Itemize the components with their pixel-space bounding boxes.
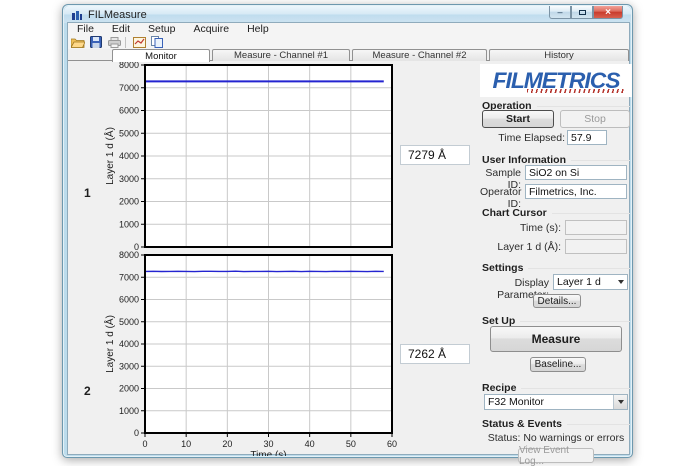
menu-edit[interactable]: Edit <box>103 23 139 35</box>
channel-1-chart[interactable]: 010002000300040005000600070008000Layer 1… <box>102 59 400 259</box>
svg-text:30: 30 <box>263 439 273 449</box>
channel-1-readout: 7279 Å <box>400 145 470 165</box>
channel-1-label: 1 <box>84 186 91 200</box>
view-event-log-button[interactable]: View Event Log... <box>518 448 594 463</box>
svg-text:5000: 5000 <box>119 317 139 327</box>
copy-icon[interactable] <box>149 36 165 49</box>
open-icon[interactable] <box>70 36 86 49</box>
menu-setup[interactable]: Setup <box>139 23 184 35</box>
svg-text:Layer 1 d (Å): Layer 1 d (Å) <box>103 315 116 373</box>
svg-text:6000: 6000 <box>119 106 139 116</box>
maximize-button[interactable] <box>571 6 593 19</box>
svg-text:50: 50 <box>346 439 356 449</box>
cursor-time-label: Time (s): <box>480 222 561 234</box>
details-button[interactable]: Details... <box>533 294 581 308</box>
cursor-time-field <box>565 220 627 235</box>
svg-text:0: 0 <box>142 439 147 449</box>
recipe-dropdown[interactable]: F32 Monitor <box>484 394 628 410</box>
desktop: FILMeasure – × File Edit Setup Acquire H… <box>0 0 700 466</box>
status-events-header: Status & Events <box>482 418 630 430</box>
svg-text:4000: 4000 <box>119 339 139 349</box>
svg-text:3000: 3000 <box>119 174 139 184</box>
chart-cursor-header: Chart Cursor <box>482 207 630 219</box>
close-button[interactable]: × <box>593 6 623 19</box>
operator-id-field[interactable]: Filmetrics, Inc. <box>525 184 627 199</box>
print-icon[interactable] <box>106 36 122 49</box>
app-window: FILMeasure – × File Edit Setup Acquire H… <box>62 4 633 458</box>
control-panel: FILMETRICS Operation Start Stop Time Ela… <box>480 62 632 454</box>
menu-file[interactable]: File <box>68 23 103 35</box>
sample-id-field[interactable]: SiO2 on Si <box>525 165 627 180</box>
app-icon <box>71 9 83 21</box>
channel-2-label: 2 <box>84 384 91 398</box>
svg-text:5000: 5000 <box>119 128 139 138</box>
start-button[interactable]: Start <box>482 110 554 128</box>
recipe-value: F32 Monitor <box>485 396 613 408</box>
svg-text:1000: 1000 <box>119 406 139 416</box>
save-icon[interactable] <box>88 36 104 49</box>
minimize-icon: – <box>557 7 562 17</box>
time-elapsed-value: 57.9 <box>567 130 607 145</box>
svg-text:4000: 4000 <box>119 151 139 161</box>
toolbar-separator <box>125 37 126 48</box>
stop-button[interactable]: Stop <box>560 110 630 128</box>
tab-history[interactable]: History <box>489 49 629 61</box>
svg-text:Layer 1 d (Å): Layer 1 d (Å) <box>103 127 116 185</box>
display-parameter-value: Layer 1 d <box>554 276 618 288</box>
filmetrics-logo: FILMETRICS <box>480 64 632 97</box>
svg-text:10: 10 <box>181 439 191 449</box>
client-area: File Edit Setup Acquire Help <box>67 22 630 455</box>
menu-bar: File Edit Setup Acquire Help <box>68 23 629 35</box>
title-bar[interactable]: FILMeasure – × <box>64 6 631 23</box>
recipe-dropdown-button[interactable] <box>613 395 627 409</box>
chevron-down-icon <box>618 400 624 404</box>
window-controls: – × <box>549 6 623 19</box>
svg-text:0: 0 <box>134 428 139 438</box>
svg-text:Time (s): Time (s) <box>250 450 286 456</box>
chevron-down-icon <box>618 280 624 284</box>
svg-text:40: 40 <box>305 439 315 449</box>
close-icon: × <box>605 7 611 18</box>
menu-acquire[interactable]: Acquire <box>184 23 238 35</box>
status-text: Status: No warnings or errors <box>480 432 632 444</box>
logo-hatch-marks <box>527 89 625 93</box>
svg-text:8000: 8000 <box>119 251 139 260</box>
toolbar <box>68 35 629 49</box>
svg-text:20: 20 <box>222 439 232 449</box>
svg-text:2000: 2000 <box>119 384 139 394</box>
monitor-page: 1 2 0 1000 2000 3000 4000 5000 6000 7000 8000 Lay… <box>68 62 629 454</box>
svg-text:7000: 7000 <box>119 272 139 282</box>
display-parameter-dropdown[interactable]: Layer 1 d <box>553 274 628 290</box>
minimize-button[interactable]: – <box>549 6 571 19</box>
cursor-layer-field <box>565 239 627 254</box>
svg-text:1000: 1000 <box>119 219 139 229</box>
measure-button[interactable]: Measure <box>490 326 622 352</box>
channel-2-readout: 7262 Å <box>400 344 470 364</box>
settings-header: Settings <box>482 262 630 274</box>
tab-monitor[interactable]: Monitor <box>112 49 210 62</box>
svg-text:6000: 6000 <box>119 295 139 305</box>
baseline-button[interactable]: Baseline... <box>530 357 586 372</box>
svg-text:2000: 2000 <box>119 197 139 207</box>
snapshot-icon[interactable] <box>131 36 147 49</box>
time-elapsed-label: Time Elapsed: <box>485 132 565 144</box>
cursor-layer-label: Layer 1 d (Å): <box>480 241 561 253</box>
svg-text:7000: 7000 <box>119 83 139 93</box>
svg-text:3000: 3000 <box>119 361 139 371</box>
window-title: FILMeasure <box>88 9 147 21</box>
menu-help[interactable]: Help <box>238 23 278 35</box>
channel-2-chart[interactable]: 0 1000 2000 3000 4000 5000 6000 7000 8000 0 10 20 30… <box>102 251 400 456</box>
recipe-header: Recipe <box>482 382 630 394</box>
svg-text:60: 60 <box>387 439 397 449</box>
maximize-icon <box>579 10 586 15</box>
